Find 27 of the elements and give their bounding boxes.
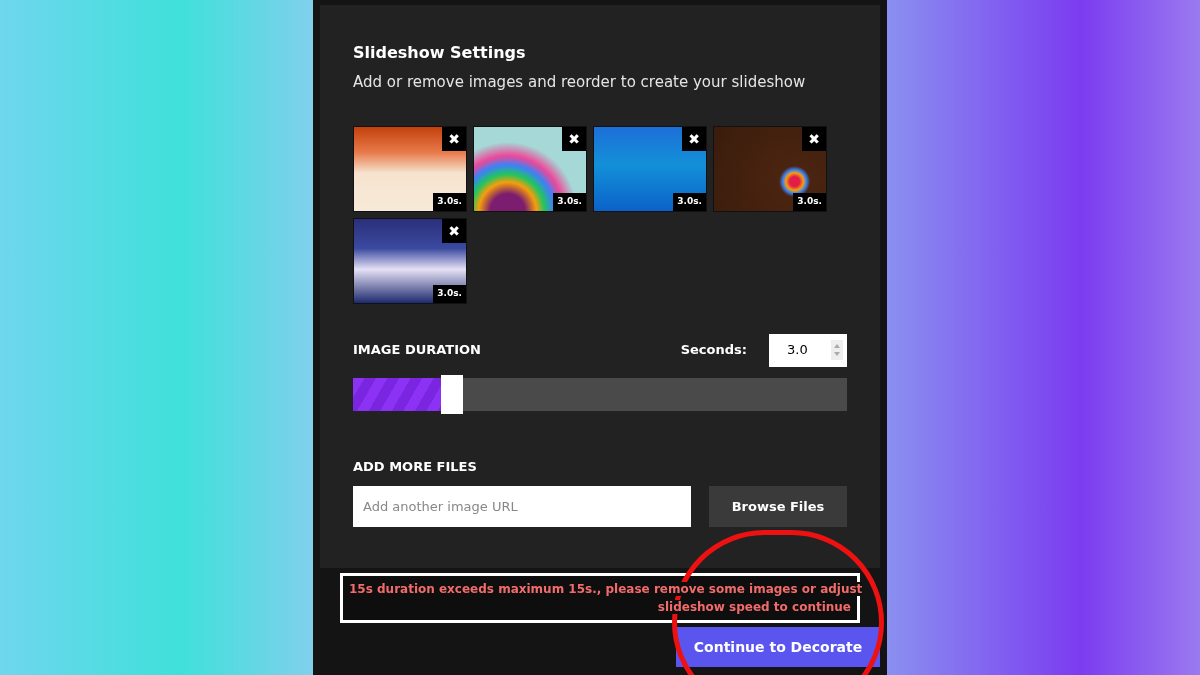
seconds-input[interactable]: 3.0 — [769, 333, 847, 367]
remove-image-button[interactable]: ✖ — [682, 126, 706, 151]
image-thumbnail[interactable]: ✖ 3.0s. — [353, 217, 467, 304]
error-text: slideshow speed to continue — [657, 600, 851, 614]
remove-image-button[interactable]: ✖ — [802, 126, 826, 151]
section-label: IMAGE DURATION — [353, 341, 481, 360]
section-label: ADD MORE FILES — [353, 457, 478, 476]
remove-image-button[interactable]: ✖ — [442, 218, 466, 243]
remove-image-button[interactable]: ✖ — [562, 126, 586, 151]
duration-badge: 3.0s. — [673, 193, 706, 211]
image-thumbnail[interactable]: ✖ 3.0s. — [713, 125, 827, 212]
panel-subtitle: Add or remove images and reorder to create your slideshow — [353, 72, 807, 93]
panel-title: Slideshow Settings — [353, 43, 527, 63]
duration-badge: 3.0s. — [433, 285, 466, 303]
browse-files-button[interactable]: Browse Files — [709, 486, 847, 527]
image-thumbnail[interactable]: ✖ 3.0s. — [593, 125, 707, 212]
seconds-label: Seconds: — [680, 341, 747, 360]
duration-badge: 3.0s. — [553, 193, 586, 211]
image-url-input[interactable]: Add another image URL — [353, 486, 691, 527]
slider-thumb[interactable] — [440, 374, 463, 414]
duration-badge: 3.0s. — [433, 193, 466, 211]
continue-button[interactable]: Continue to Decorate — [676, 627, 880, 667]
remove-image-button[interactable]: ✖ — [442, 126, 466, 151]
image-thumbnail[interactable]: ✖ 3.0s. — [353, 125, 467, 212]
image-thumbnail[interactable]: ✖ 3.0s. — [473, 125, 587, 212]
duration-badge: 3.0s. — [793, 193, 826, 211]
error-text: 15s duration exceeds maximum 15s., please remove some images or adjust — [349, 582, 863, 596]
